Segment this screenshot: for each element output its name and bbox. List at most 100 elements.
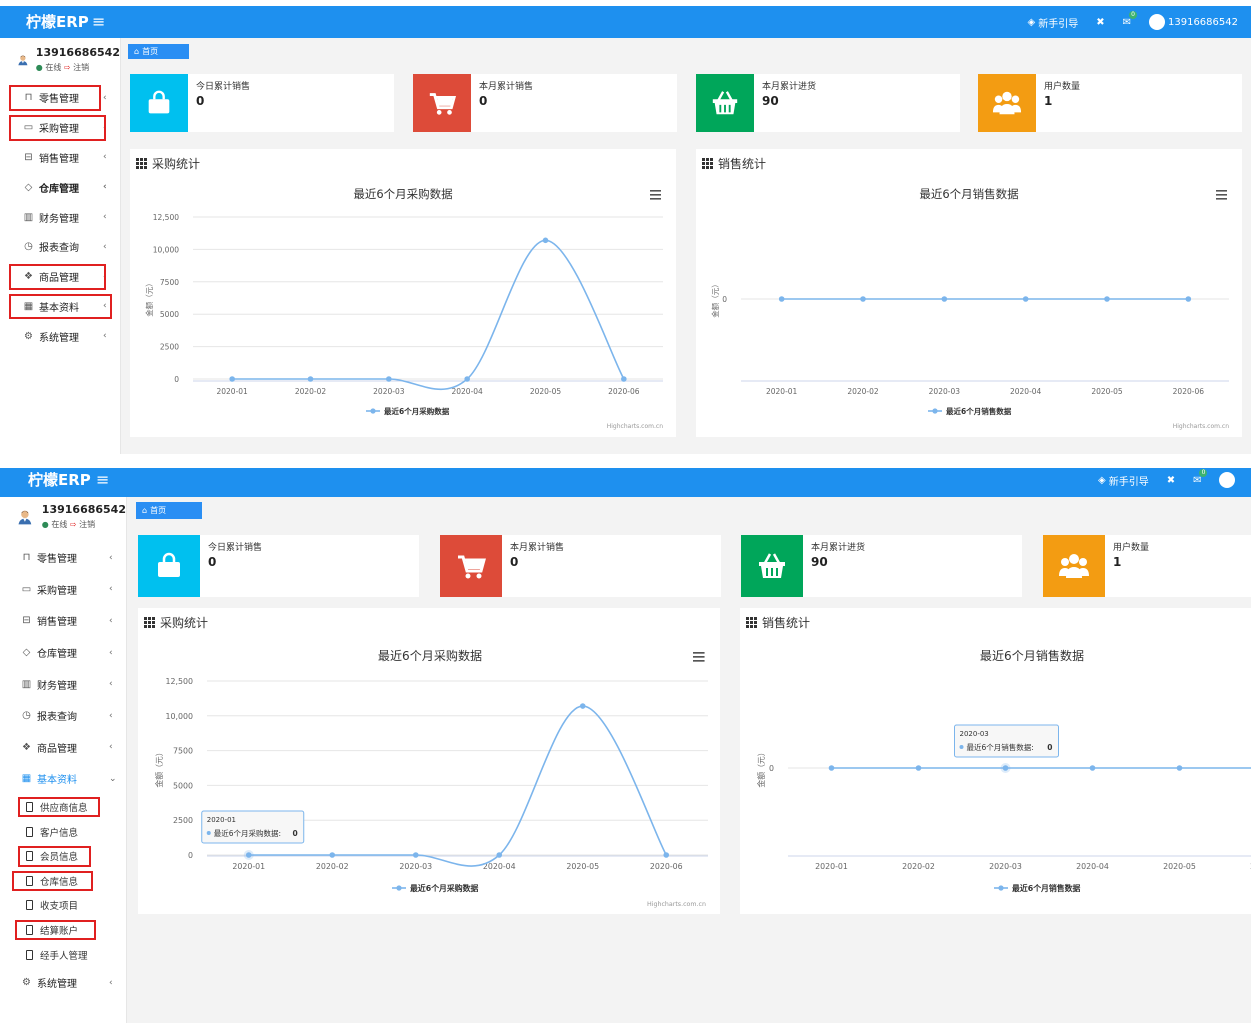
legend-marker xyxy=(998,885,1004,891)
guide-link[interactable]: ◈ 新手引导 xyxy=(1028,15,1079,30)
sidebar-item-finance[interactable]: ▥ 财务管理 ‹ xyxy=(0,202,120,232)
sidebar-item-sales[interactable]: ⊟ 销售管理 ‹ xyxy=(0,605,126,637)
sidebar-item-finance[interactable]: ▥ 财务管理 ‹ xyxy=(0,668,126,700)
fullscreen-icon[interactable]: ✖ xyxy=(1096,17,1104,28)
sidebar-item-label: 销售管理 xyxy=(39,153,79,165)
mail-icon[interactable]: ✉ 0 xyxy=(1193,468,1208,486)
data-point xyxy=(307,376,314,382)
chart-menu-icon xyxy=(693,656,705,658)
stat-label: 今日累计销售 xyxy=(208,543,263,553)
sidebar-item-basic[interactable]: ▦ 基本资料 ⌄ xyxy=(0,763,126,795)
data-point xyxy=(229,376,235,382)
purchase-chart: 最近6个月采购数据金额（元）025005000750010,00012,5002… xyxy=(154,648,708,908)
stat-card: 用户数量 1 xyxy=(1043,535,1251,597)
x-tick-label: 2020-03 xyxy=(373,387,405,396)
y-axis-label: 金额（元） xyxy=(756,748,766,787)
y-tick-label: 12,500 xyxy=(153,213,179,222)
data-point xyxy=(1022,296,1029,302)
brand-logo[interactable]: 柠檬ERP xyxy=(28,468,91,492)
x-tick-label: 2020-01 xyxy=(216,387,248,396)
data-point xyxy=(1089,765,1096,771)
main-content: ⌂ 首页 今日累计销售 0 本月累计销售 0 本月累计进货 90 用户数量 1 采购统计 最近6… xyxy=(121,38,1251,454)
document-icon xyxy=(26,826,33,837)
chevron-left-icon: ‹ xyxy=(103,241,107,252)
tab-home[interactable]: ⌂ 首页 xyxy=(136,502,202,519)
sidebar-menu: ⊓ 零售管理 ‹ ▭ 采购管理 ‹ ⊟ 销售管理 ‹ ◇ 仓库管理 ‹ ▥ 财务管理 ‹ ◷ 报表查询 ‹ ❖ 商品管… xyxy=(0,83,120,351)
user-profile: 13916686542 ● 在线 ⇨ 注销 xyxy=(0,46,120,74)
chart-tooltip: 2020-01 最近6个月采购数据: 0 xyxy=(201,810,305,844)
online-dot-icon: ● xyxy=(35,63,43,72)
submenu-item[interactable]: 经手人管理 xyxy=(0,942,126,967)
home-icon: ⌂ xyxy=(142,506,148,515)
data-point xyxy=(542,237,549,244)
mail-badge: 0 xyxy=(1199,468,1208,477)
y-tick-label: 2500 xyxy=(173,816,193,825)
fullscreen-icon[interactable]: ✖ xyxy=(1167,475,1175,486)
diamond-icon: ◈ xyxy=(1027,16,1036,28)
x-tick-label: 2020-02 xyxy=(847,387,879,396)
stat-value: 0 xyxy=(208,555,217,569)
sidebar-item-label: 基本资料 xyxy=(37,775,77,787)
data-point xyxy=(496,852,503,858)
submenu-label: 经手人管理 xyxy=(40,950,88,962)
legend-marker xyxy=(396,885,402,891)
logout-link[interactable]: 注销 xyxy=(73,63,89,72)
y-tick-label: 5000 xyxy=(173,781,193,790)
series-line xyxy=(248,705,667,867)
y-tick-label: 0 xyxy=(722,295,727,304)
chart-menu-icon xyxy=(650,198,661,200)
x-tick-label: 2020-05 xyxy=(530,387,562,396)
tab-home[interactable]: ⌂ 首页 xyxy=(128,44,189,59)
user-menu[interactable]: 13916686542 xyxy=(1149,14,1238,30)
data-point xyxy=(412,852,419,858)
stat-value: 0 xyxy=(196,94,205,108)
legend-marker xyxy=(932,408,938,414)
chart-menu-icon xyxy=(1216,198,1227,200)
sidebar-item-system[interactable]: ⚙ 系统管理 ‹ xyxy=(0,321,120,351)
sidebar-item-system[interactable]: ⚙ 系统管理 ‹ xyxy=(0,967,126,999)
sidebar-item-sales[interactable]: ⊟ 销售管理 ‹ xyxy=(0,143,120,173)
logout-link[interactable]: 注销 xyxy=(79,520,95,529)
stat-card: 本月累计销售 0 xyxy=(413,74,677,132)
sidebar-item-warehouse[interactable]: ◇ 仓库管理 ‹ xyxy=(0,172,120,202)
x-tick-label: 2020-01 xyxy=(232,862,265,871)
online-status: 在线 xyxy=(45,63,62,72)
purchase-panel: 采购统计 最近6个月采购数据 金额（元） 0 2500 5000 7500 10,000 12… xyxy=(130,149,676,437)
highlight-box xyxy=(18,846,91,867)
x-tick-label: 2020-02 xyxy=(295,387,327,396)
diamond-icon: ◈ xyxy=(1098,474,1106,486)
sidebar-item-warehouse[interactable]: ◇ 仓库管理 ‹ xyxy=(0,637,126,669)
submenu-item[interactable]: 收支项目 xyxy=(0,893,126,918)
sidebar-item-reports[interactable]: ◷ 报表查询 ‹ xyxy=(0,700,126,732)
series-line xyxy=(232,239,625,390)
chart-title: 最近6个月采购数据 xyxy=(378,648,482,663)
data-point xyxy=(1185,296,1192,302)
chart-credits: Highcharts.com.cn xyxy=(1173,423,1229,430)
sidebar-item-label: 零售管理 xyxy=(37,554,77,566)
sidebar-item-purchase[interactable]: ▭ 采购管理 ‹ xyxy=(0,574,126,606)
user-menu[interactable] xyxy=(1219,472,1236,488)
mail-icon[interactable]: ✉ 0 xyxy=(1123,10,1137,28)
gift-icon: ⊓ xyxy=(22,552,31,564)
purchase-panel: 采购统计 最近6个月采购数据 金额（元） 0 2500 5000 7500 10,000 12… xyxy=(138,608,720,914)
submenu-item[interactable]: 客户信息 xyxy=(0,819,126,844)
sidebar: 13916686542 ● 在线 ⇨ 注销 ⊓ 零售管理 ‹ ▭ 采购管理 ‹ ⊟ 销售管理 ‹… xyxy=(0,497,127,1023)
columns-icon: ▥ xyxy=(21,678,32,690)
register-icon: ⊟ xyxy=(24,151,33,163)
legend-label: 最近6个月采购数据 xyxy=(410,883,478,893)
x-tick-label: 2020-03 xyxy=(989,862,1022,871)
data-point xyxy=(778,296,785,302)
menu-toggle-icon[interactable]: ≡ xyxy=(96,468,109,492)
screenshot-1: 柠檬ERP ≡ ◈ 新手引导 ✖ ✉ 0 13916686542 139166865… xyxy=(0,6,1251,454)
cart-icon xyxy=(429,93,457,115)
sidebar-item-label: 商品管理 xyxy=(37,743,77,755)
guide-link[interactable]: ◈ 新手引导 xyxy=(1098,473,1149,488)
sidebar-item-goods[interactable]: ❖ 商品管理 ‹ xyxy=(0,732,126,764)
brand-logo[interactable]: 柠檬ERP xyxy=(26,6,89,38)
chevron-left-icon: ‹ xyxy=(103,331,107,342)
sidebar-item-retail[interactable]: ⊓ 零售管理 ‹ xyxy=(0,542,126,574)
sales-chart: 最近6个月销售数据金额（元） 02020-01 2020-02 2020-03 2020… xyxy=(756,648,1251,893)
sidebar-item-reports[interactable]: ◷ 报表查询 ‹ xyxy=(0,232,120,262)
sidebar: 13916686542 ● 在线 ⇨ 注销 ⊓ 零售管理 ‹ ▭ 采购管理 ‹ ⊟ 销售管理 ‹… xyxy=(0,38,121,454)
menu-toggle-icon[interactable]: ≡ xyxy=(92,6,105,38)
